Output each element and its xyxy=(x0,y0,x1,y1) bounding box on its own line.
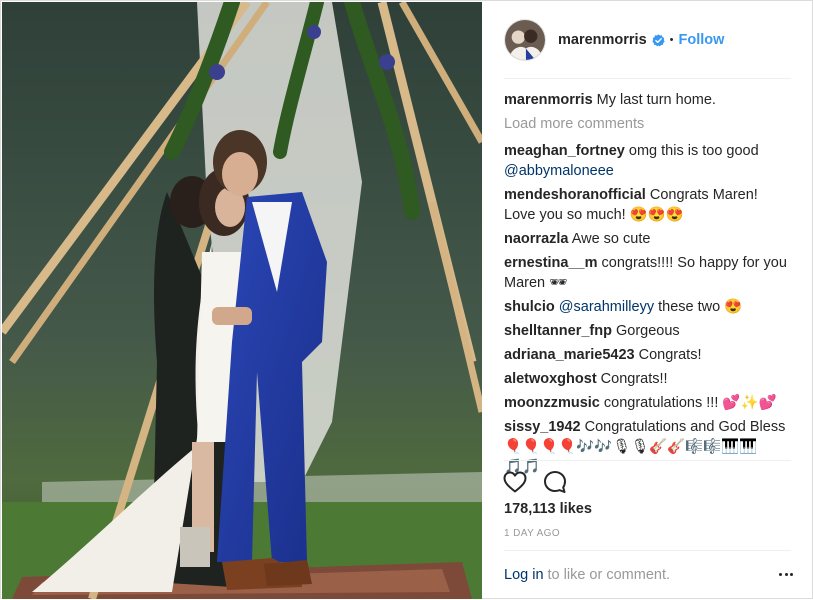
list-item: mendeshoranofficial Congrats Maren! Love… xyxy=(504,185,793,225)
action-bar xyxy=(502,467,582,497)
comment-username[interactable]: shelltanner_fnp xyxy=(504,323,612,339)
list-item: adriana_marie5423 Congrats! xyxy=(504,345,793,365)
more-options-icon[interactable] xyxy=(779,573,793,577)
comments-list: marenmorris My last turn home. Load more… xyxy=(504,90,793,481)
comment-text: omg this is too good xyxy=(624,143,759,159)
list-item: aletwoxghost Congrats!! xyxy=(504,369,793,389)
post-header: marenmorris • Follow xyxy=(504,18,791,62)
comment-text-after: these two 😍 xyxy=(654,299,743,315)
verified-badge-icon xyxy=(652,33,665,47)
comment-username[interactable]: meaghan_fortney xyxy=(504,143,625,159)
comment-mention[interactable]: @abbymaloneee xyxy=(504,163,614,179)
comment-username[interactable]: naorrazla xyxy=(504,231,568,247)
comment-text: Awe so cute xyxy=(568,231,651,247)
comment-text: Congrats! xyxy=(634,347,702,363)
separator-dot: • xyxy=(669,34,674,46)
list-item: meaghan_fortney omg this is too good @ab… xyxy=(504,141,793,181)
like-count[interactable]: 178,113 likes xyxy=(504,501,592,517)
post-timestamp: 1 DAY AGO xyxy=(504,528,561,539)
comment-username[interactable]: mendeshoranofficial xyxy=(504,187,646,203)
list-item: ernestina__m congrats!!!! So happy for y… xyxy=(504,253,793,293)
actions-divider xyxy=(504,460,791,461)
list-item: shulcio @sarahmilleyy these two 😍 xyxy=(504,297,793,317)
login-prompt-text: to like or comment. xyxy=(547,567,671,583)
comment-username[interactable]: shulcio xyxy=(504,299,555,315)
comment-bubble-icon[interactable] xyxy=(542,469,568,495)
comment-text: Gorgeous xyxy=(611,323,680,339)
comment-username[interactable]: sissy_1942 xyxy=(504,419,581,435)
list-item: shelltanner_fnp Gorgeous xyxy=(504,321,793,341)
comment-mention[interactable]: @sarahmilleyy xyxy=(559,299,654,315)
owner-username[interactable]: marenmorris xyxy=(558,32,647,48)
post-side-panel: marenmorris • Follow marenmorris My last… xyxy=(482,1,813,600)
caption-text: My last turn home. xyxy=(592,92,716,108)
login-link[interactable]: Log in xyxy=(504,567,544,583)
comment-text: Congrats!! xyxy=(596,371,668,387)
footer-divider xyxy=(504,550,791,551)
avatar-image xyxy=(505,20,545,60)
post-photo[interactable] xyxy=(2,2,482,599)
post-frame: marenmorris • Follow marenmorris My last… xyxy=(0,0,813,599)
comment-username[interactable]: moonzzmusic xyxy=(504,395,600,411)
login-prompt: Log in to like or comment. xyxy=(504,564,793,586)
comment-username[interactable]: ernestina__m xyxy=(504,255,598,271)
follow-button[interactable]: Follow xyxy=(679,32,725,48)
comment-username[interactable]: adriana_marie5423 xyxy=(504,347,635,363)
heart-icon[interactable] xyxy=(502,469,528,495)
caption-username[interactable]: marenmorris xyxy=(504,92,593,108)
comment-username[interactable]: aletwoxghost xyxy=(504,371,597,387)
load-more-comments-button[interactable]: Load more comments xyxy=(504,114,793,134)
list-item: moonzzmusic congratulations !!! 💕✨💕 xyxy=(504,393,793,413)
wedding-photo-illustration xyxy=(2,2,482,599)
avatar[interactable] xyxy=(504,19,546,61)
post-caption: marenmorris My last turn home. xyxy=(504,90,793,110)
header-divider xyxy=(504,78,791,79)
comment-text: congratulations !!! 💕✨💕 xyxy=(599,395,777,411)
list-item: naorrazla Awe so cute xyxy=(504,229,793,249)
